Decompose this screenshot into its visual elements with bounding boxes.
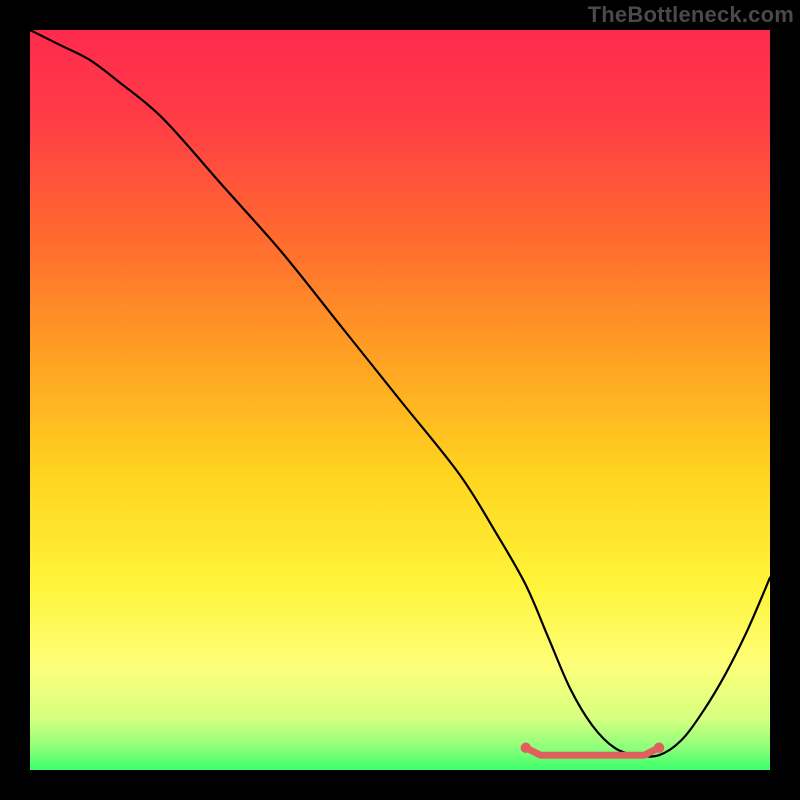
chart-svg <box>30 30 770 770</box>
watermark-text: TheBottleneck.com <box>588 2 794 28</box>
chart-area <box>30 30 770 770</box>
